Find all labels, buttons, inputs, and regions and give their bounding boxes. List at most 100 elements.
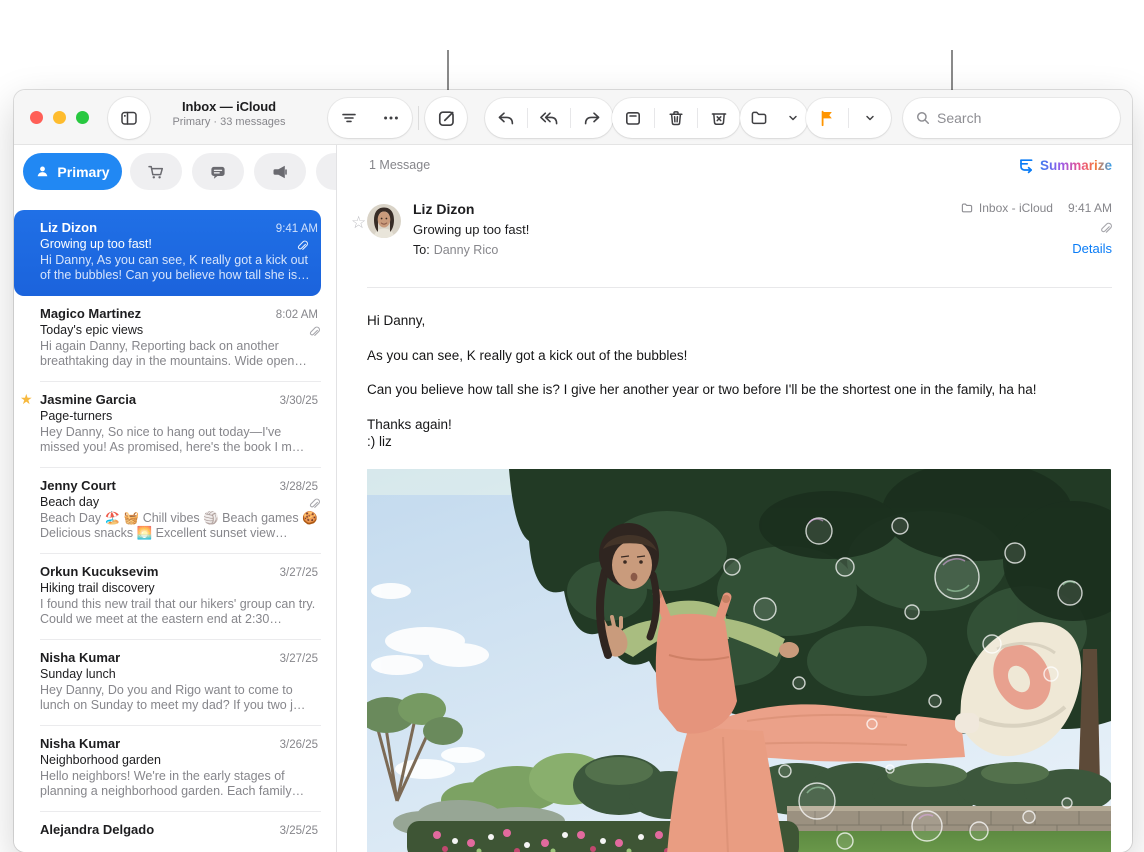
body-line1: As you can see, K really got a kick out …: [367, 347, 1112, 365]
minimize-window-button[interactable]: [53, 111, 66, 124]
reply-group: [485, 98, 613, 138]
message-preview: Hey Danny, So nice to hang out today—I'v…: [40, 425, 318, 455]
reply-all-button[interactable]: [528, 98, 570, 138]
message-time: 8:02 AM: [276, 309, 318, 321]
flag-button[interactable]: [806, 98, 848, 138]
close-window-button[interactable]: [30, 111, 43, 124]
body-line2: Can you believe how tall she is? I give …: [367, 381, 1112, 399]
more-actions-button[interactable]: [370, 98, 412, 138]
message-preview: I found this new trail that our hikers' …: [40, 597, 318, 627]
filter-button[interactable]: [328, 98, 370, 138]
message-sender: Magico Martinez: [40, 306, 141, 321]
message-time: 3/28/25: [280, 481, 318, 493]
message-row[interactable]: Jenny Court 3/28/25 Beach day Beach Day …: [14, 468, 336, 554]
compose-button[interactable]: [425, 97, 467, 139]
move-to-folder-group: [740, 98, 808, 138]
callout-line-compose: [447, 50, 449, 92]
delete-button[interactable]: [655, 98, 697, 138]
flag-menu-chevron[interactable]: [849, 98, 891, 138]
message-count: 1 Message: [369, 158, 430, 172]
mailbox-name: Inbox - iCloud: [979, 201, 1053, 215]
message-subject: Page-turners: [40, 409, 318, 423]
message-subject: Hiking trail discovery: [40, 581, 318, 595]
message-row[interactable]: Alejandra Delgado 3/25/25: [14, 812, 336, 852]
photo-girl-with-bubbles: [367, 469, 1111, 852]
search-field[interactable]: [903, 98, 1120, 138]
compose-icon: [436, 108, 457, 129]
message-body: Hi Danny, As you can see, K really got a…: [337, 288, 1132, 469]
message-row[interactable]: Orkun Kucuksevim 3/27/25 Hiking trail di…: [14, 554, 336, 640]
message-count-bar: 1 Message Summarize: [337, 145, 1132, 185]
filter-icon: [339, 108, 359, 128]
message-time: 9:41 AM: [276, 223, 318, 235]
message-subject: Growing up too fast!: [413, 222, 529, 237]
recipient-line: To: Danny Rico: [413, 243, 529, 257]
zoom-window-button[interactable]: [76, 111, 89, 124]
message-row[interactable]: Magico Martinez 8:02 AM Today's epic vie…: [14, 296, 336, 382]
flag-group: [806, 98, 891, 138]
chat-bubble-icon: [208, 162, 228, 182]
attachment-icon: [960, 221, 1112, 235]
summarize-icon: [1018, 157, 1035, 174]
message-subject: Beach day: [40, 495, 318, 509]
trash-icon: [666, 108, 686, 128]
junk-button[interactable]: [698, 98, 740, 138]
category-tab-updates[interactable]: [192, 153, 244, 190]
move-to-folder-button[interactable]: [740, 98, 778, 138]
forward-icon: [582, 108, 602, 128]
message-row[interactable]: ★ Jasmine Garcia 3/30/25 Page-turners He…: [14, 382, 336, 468]
message-sender: Orkun Kucuksevim: [40, 564, 159, 579]
window-title: Inbox — iCloud: [154, 99, 304, 114]
chevron-down-icon: [787, 112, 799, 124]
message-subject: Growing up too fast!: [40, 237, 318, 251]
mail-window: Inbox — iCloud Primary · 33 messages: [14, 90, 1132, 852]
message-time: 3/25/25: [280, 825, 318, 837]
forward-button[interactable]: [571, 98, 613, 138]
category-tab-partial[interactable]: [316, 153, 336, 190]
folder-menu-chevron[interactable]: [778, 98, 808, 138]
archive-group: [612, 98, 740, 138]
attachment-icon: [307, 497, 320, 515]
category-tab-promotions[interactable]: [254, 153, 306, 190]
reply-all-icon: [539, 108, 559, 128]
message-preview: Beach Day 🏖️ 🧺 Chill vibes 🏐 Beach games…: [40, 511, 318, 541]
toolbar-separator: [418, 106, 419, 130]
message-preview: Hello neighbors! We're in the early stag…: [40, 769, 318, 799]
message-sender: Nisha Kumar: [40, 736, 120, 751]
toggle-sidebar-button[interactable]: [108, 97, 150, 139]
recipient-name[interactable]: Danny Rico: [434, 243, 499, 257]
to-label: To:: [413, 243, 430, 257]
message-row-selected[interactable]: Liz Dizon 9:41 AM Growing up too fast! H…: [14, 210, 321, 296]
search-input[interactable]: [937, 110, 1097, 126]
chevron-down-icon: [864, 112, 876, 124]
avatar: [367, 204, 401, 243]
message-sender: Liz Dizon: [40, 220, 97, 235]
filter-group: [328, 98, 412, 138]
message-header-text: Liz Dizon Growing up too fast! To:Danny …: [413, 201, 529, 257]
category-filter-row: Primary: [14, 145, 336, 200]
folder-icon: [749, 108, 769, 128]
ellipsis-icon: [381, 108, 401, 128]
window-subtitle: Primary · 33 messages: [154, 116, 304, 128]
archive-button[interactable]: [612, 98, 654, 138]
search-icon: [915, 110, 931, 126]
mailbox-folder-icon: [960, 201, 974, 215]
category-tab-purchases[interactable]: [130, 153, 182, 190]
message-subject: Neighborhood garden: [40, 753, 318, 767]
archive-icon: [623, 108, 643, 128]
details-link[interactable]: Details: [960, 241, 1112, 256]
message-row[interactable]: Nisha Kumar 3/27/25 Sunday lunch Hey Dan…: [14, 640, 336, 726]
category-tab-primary[interactable]: Primary: [23, 153, 122, 190]
message-time: 3/27/25: [280, 653, 318, 665]
body-signoff: :) liz: [367, 433, 1112, 451]
photo-attachment[interactable]: [367, 469, 1111, 852]
summarize-button[interactable]: Summarize: [1018, 157, 1112, 174]
window-title-block: Inbox — iCloud Primary · 33 messages: [154, 99, 304, 128]
message-row[interactable]: Nisha Kumar 3/26/25 Neighborhood garden …: [14, 726, 336, 812]
star-outline-icon[interactable]: ☆: [351, 213, 366, 233]
flag-icon: [817, 108, 837, 128]
message-time: 3/27/25: [280, 567, 318, 579]
cart-icon: [146, 162, 166, 182]
message-header: ☆: [351, 199, 1112, 287]
reply-button[interactable]: [485, 98, 527, 138]
